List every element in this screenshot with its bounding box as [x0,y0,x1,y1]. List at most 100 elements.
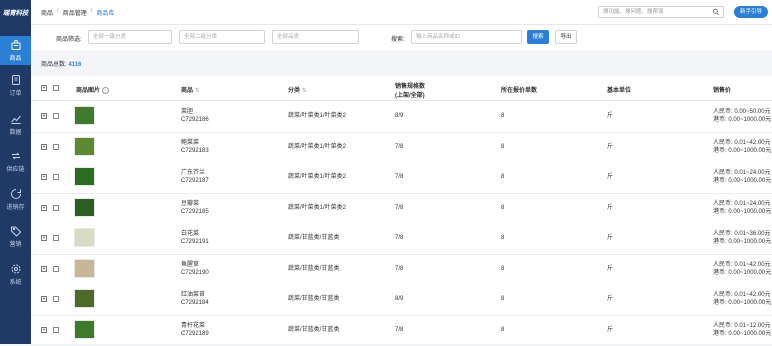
quote-count-cell: 8 [501,295,504,303]
sidebar-item-orders[interactable]: 订单 [0,71,31,100]
expand-row-icon[interactable]: + [41,144,47,150]
product-name[interactable]: 豆瓣菜 [181,200,209,208]
sidebar-item-label: 营销 [9,239,21,248]
category-cell: 蔬菜/甘蓝类/甘蓝类 [288,234,339,242]
product-cell: 青杆花菜C7292189 [181,322,209,338]
row-checkbox[interactable] [53,235,59,241]
price-hkd: 港币: 0.00~1000.00元 [713,269,771,277]
product-image[interactable] [74,137,95,156]
quote-count-cell: 8 [501,112,504,120]
table-header: + 商品图片 ? 商品 ⇅ 分类 ⇅ 销售规格数(上架/全部) 所在报价单数 基… [31,76,772,101]
product-image[interactable] [74,167,95,186]
order-icon [10,74,22,86]
product-cell: 菜胆C7292186 [181,108,209,124]
table-row[interactable]: +青杆花菜C7292189蔬菜/甘蓝类/甘蓝类7/88斤人民币: 0.01~12… [31,315,772,346]
product-image[interactable] [74,106,95,125]
price-cell: 人民币: 0.01~42.00元港币: 0.00~1000.00元 [713,291,771,307]
table-row[interactable]: +白花菜C7292191蔬菜/甘蓝类/甘蓝类7/88斤人民币: 0.01~36.… [31,223,772,255]
expand-row-icon[interactable]: + [41,205,47,211]
guide-button[interactable]: 新手引导 [734,6,768,18]
col-quote-count: 所在报价单数 [501,85,537,94]
search-button[interactable]: 搜索 [527,30,549,44]
table-row[interactable]: +鱼腥草C7292190蔬菜/甘蓝类/甘蓝类7/88斤人民币: 0.01~42.… [31,254,772,286]
export-button[interactable]: 导出 [555,30,577,44]
col-product[interactable]: 商品 ⇅ [181,85,200,94]
sort-icon[interactable]: ⇅ [193,88,200,94]
price-rmb: 人民币: 0.01~42.00元 [713,139,771,147]
sort-icon[interactable]: ⇅ [300,88,307,94]
expand-row-icon[interactable]: + [41,113,47,119]
category-cell: 蔬菜/叶菜类1/叶菜类2 [288,173,346,181]
product-name[interactable]: 青杆花菜 [181,322,209,330]
product-image[interactable] [74,228,95,247]
product-image[interactable] [74,289,95,308]
expand-all-icon[interactable]: + [41,85,47,91]
product-name[interactable]: 菜胆 [181,108,209,116]
product-image[interactable] [74,259,95,278]
product-code: C7292187 [181,177,209,185]
search-label: 搜索: [391,34,405,43]
product-image[interactable] [74,198,95,217]
global-search-input[interactable]: 搜功能、搜问题、搜帮误 [598,6,724,18]
product-name[interactable]: 广东芥兰 [181,169,209,177]
expand-row-icon[interactable]: + [41,235,47,241]
sidebar-item-label: 供应链 [6,164,24,173]
product-type-select[interactable]: 全部品类 [272,30,359,44]
category-cell: 蔬菜/甘蓝类/甘蓝类 [288,295,339,303]
breadcrumb-item[interactable]: 商品 [41,8,53,17]
sidebar-item-marketing[interactable]: 营销 [0,222,31,251]
unit-cell: 斤 [607,265,613,273]
table-row[interactable]: +豆瓣菜C7292185蔬菜/叶菜类1/叶菜类27/88斤人民币: 0.01~2… [31,193,772,225]
search-icon[interactable] [712,8,720,16]
product-code: C7292185 [181,208,209,216]
price-hkd: 港币: 0.00~1000.00元 [713,177,771,185]
col-category[interactable]: 分类 ⇅ [288,85,307,94]
expand-row-icon[interactable]: + [41,296,47,302]
breadcrumb-separator: / [91,8,93,17]
bag-icon [10,39,22,51]
product-name[interactable]: 白花菜 [181,230,209,238]
product-code: C7292184 [181,299,209,307]
price-hkd: 港币: 0.00~1000.00元 [713,299,771,307]
product-cell: 广东芥兰C7292187 [181,169,209,185]
product-cell: 红油菜苔C7292184 [181,291,209,307]
expand-row-icon[interactable]: + [41,266,47,272]
sidebar-item-goods[interactable]: 商品 [0,36,31,65]
sidebar-item-supply[interactable]: 供应链 [0,147,31,176]
sidebar-item-data[interactable]: 数据 [0,110,31,139]
row-checkbox[interactable] [53,174,59,180]
breadcrumb: 商品 / 商品管理 / 商品库 [41,8,114,17]
product-search-input[interactable]: 输入商品名称或ID [411,30,522,44]
product-image[interactable] [74,320,95,339]
product-code: C7292190 [181,269,209,277]
sidebar-item-system[interactable]: 系统 [0,260,31,289]
product-name[interactable]: 鱼腥草 [181,261,209,269]
table-row[interactable]: +广东芥兰C7292187蔬菜/叶菜类1/叶菜类27/88斤人民币: 0.01~… [31,162,772,194]
row-checkbox[interactable] [53,205,59,211]
breadcrumb-item[interactable]: 商品管理 [63,8,87,17]
price-cell: 人民币: 0.01~42.00元港币: 0.00~1000.00元 [713,139,771,155]
table-row[interactable]: +红油菜苔C7292184蔬菜/甘蓝类/甘蓝类8/98斤人民币: 0.01~42… [31,284,772,316]
category-level2-select[interactable]: 全部二级分类 [179,30,265,44]
sidebar-item-inventory[interactable]: 进销存 [0,185,31,214]
row-checkbox[interactable] [53,144,59,150]
product-name[interactable]: 红油菜苔 [181,291,209,299]
expand-row-icon[interactable]: + [41,174,47,180]
row-checkbox[interactable] [53,113,59,119]
sidebar-item-label: 系统 [9,277,21,286]
select-all-checkbox[interactable] [53,85,59,91]
row-checkbox[interactable] [53,327,59,333]
product-name[interactable]: 鲍菜菜 [181,139,209,147]
info-icon[interactable]: ? [102,87,109,94]
row-checkbox[interactable] [53,296,59,302]
expand-row-icon[interactable]: + [41,327,47,333]
sales-spec-cell: 7/8 [395,204,403,212]
row-checkbox[interactable] [53,266,59,272]
product-table: + 商品图片 ? 商品 ⇅ 分类 ⇅ 销售规格数(上架/全部) 所在报价单数 基… [31,76,772,344]
table-row[interactable]: +鲍菜菜C7292183蔬菜/叶菜类1/叶菜类27/88斤人民币: 0.01~4… [31,132,772,164]
unit-cell: 斤 [607,295,613,303]
chart-icon [10,113,22,125]
global-search-placeholder: 搜功能、搜问题、搜帮误 [603,9,664,15]
table-row[interactable]: +菜胆C7292186蔬菜/叶菜类1/叶菜类28/98斤人民币: 0.00~50… [31,101,772,133]
category-level1-select[interactable]: 全部一级分类 [88,30,172,44]
